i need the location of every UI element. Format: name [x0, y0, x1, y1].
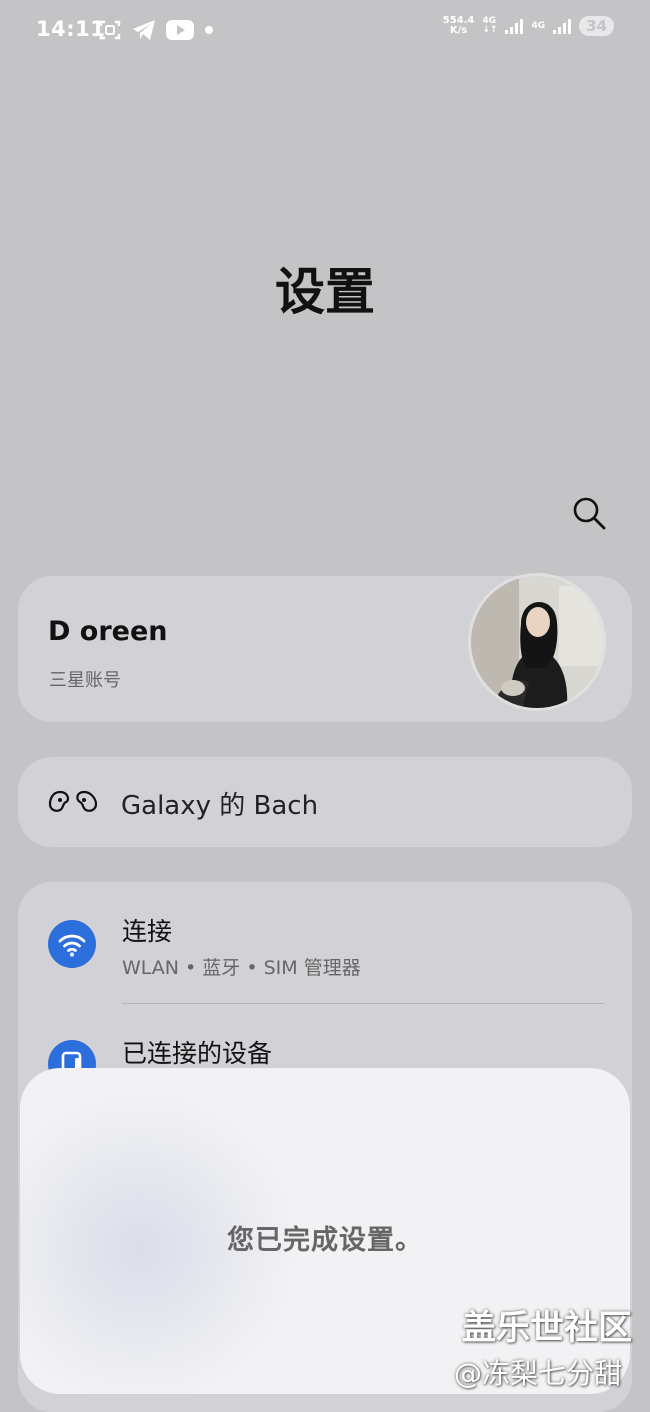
- status-time: 14:11: [36, 17, 106, 41]
- status-right: 554.4 K/s 4G ↓↑ 4G 34: [443, 16, 614, 36]
- battery-indicator: 34: [579, 16, 614, 36]
- page-title: 设置: [275, 263, 375, 321]
- notification-dot-icon: [205, 26, 213, 34]
- search-icon[interactable]: [570, 494, 608, 532]
- settings-item-title: 连接: [122, 917, 173, 946]
- signal-icon-2: [553, 19, 572, 34]
- data-arrows-icon: ↓↑: [482, 25, 498, 35]
- dialog-message: 您已完成设置。: [227, 1225, 423, 1256]
- youtube-icon: [166, 20, 194, 40]
- galaxy-buds-card[interactable]: Galaxy 的 Bach: [18, 757, 632, 847]
- signal-icon-1: [505, 19, 524, 34]
- settings-item-subtitle: WLAN • 蓝牙 • SIM 管理器: [122, 957, 361, 979]
- settings-item-title: 已连接的设备: [122, 1039, 273, 1068]
- telegram-icon: [133, 20, 155, 40]
- screenshot-icon: [99, 20, 121, 40]
- account-subtitle: 三星账号: [49, 670, 121, 691]
- wifi-icon: [48, 920, 96, 968]
- watermark-author: @冻梨七分甜: [454, 1357, 623, 1390]
- avatar-photo-icon: [471, 576, 603, 708]
- status-bar: 14:11 554.4 K/s 4G ↓↑ 4G 34: [0, 0, 650, 62]
- watermark-community: 盖乐世社区: [462, 1308, 632, 1348]
- avatar[interactable]: [468, 573, 606, 711]
- account-name: D oreen: [48, 616, 168, 647]
- divider: [122, 1003, 604, 1004]
- earbuds-icon: [48, 790, 98, 812]
- network-speed-unit: K/s: [449, 25, 468, 36]
- network-speed: 554.4 K/s: [443, 16, 475, 36]
- account-card[interactable]: D oreen 三星账号: [18, 573, 632, 722]
- status-icons-left: [98, 18, 214, 42]
- network-type-2: 4G: [531, 20, 546, 31]
- network-type-1: 4G ↓↑: [482, 16, 498, 35]
- galaxy-buds-label: Galaxy 的 Bach: [121, 791, 319, 821]
